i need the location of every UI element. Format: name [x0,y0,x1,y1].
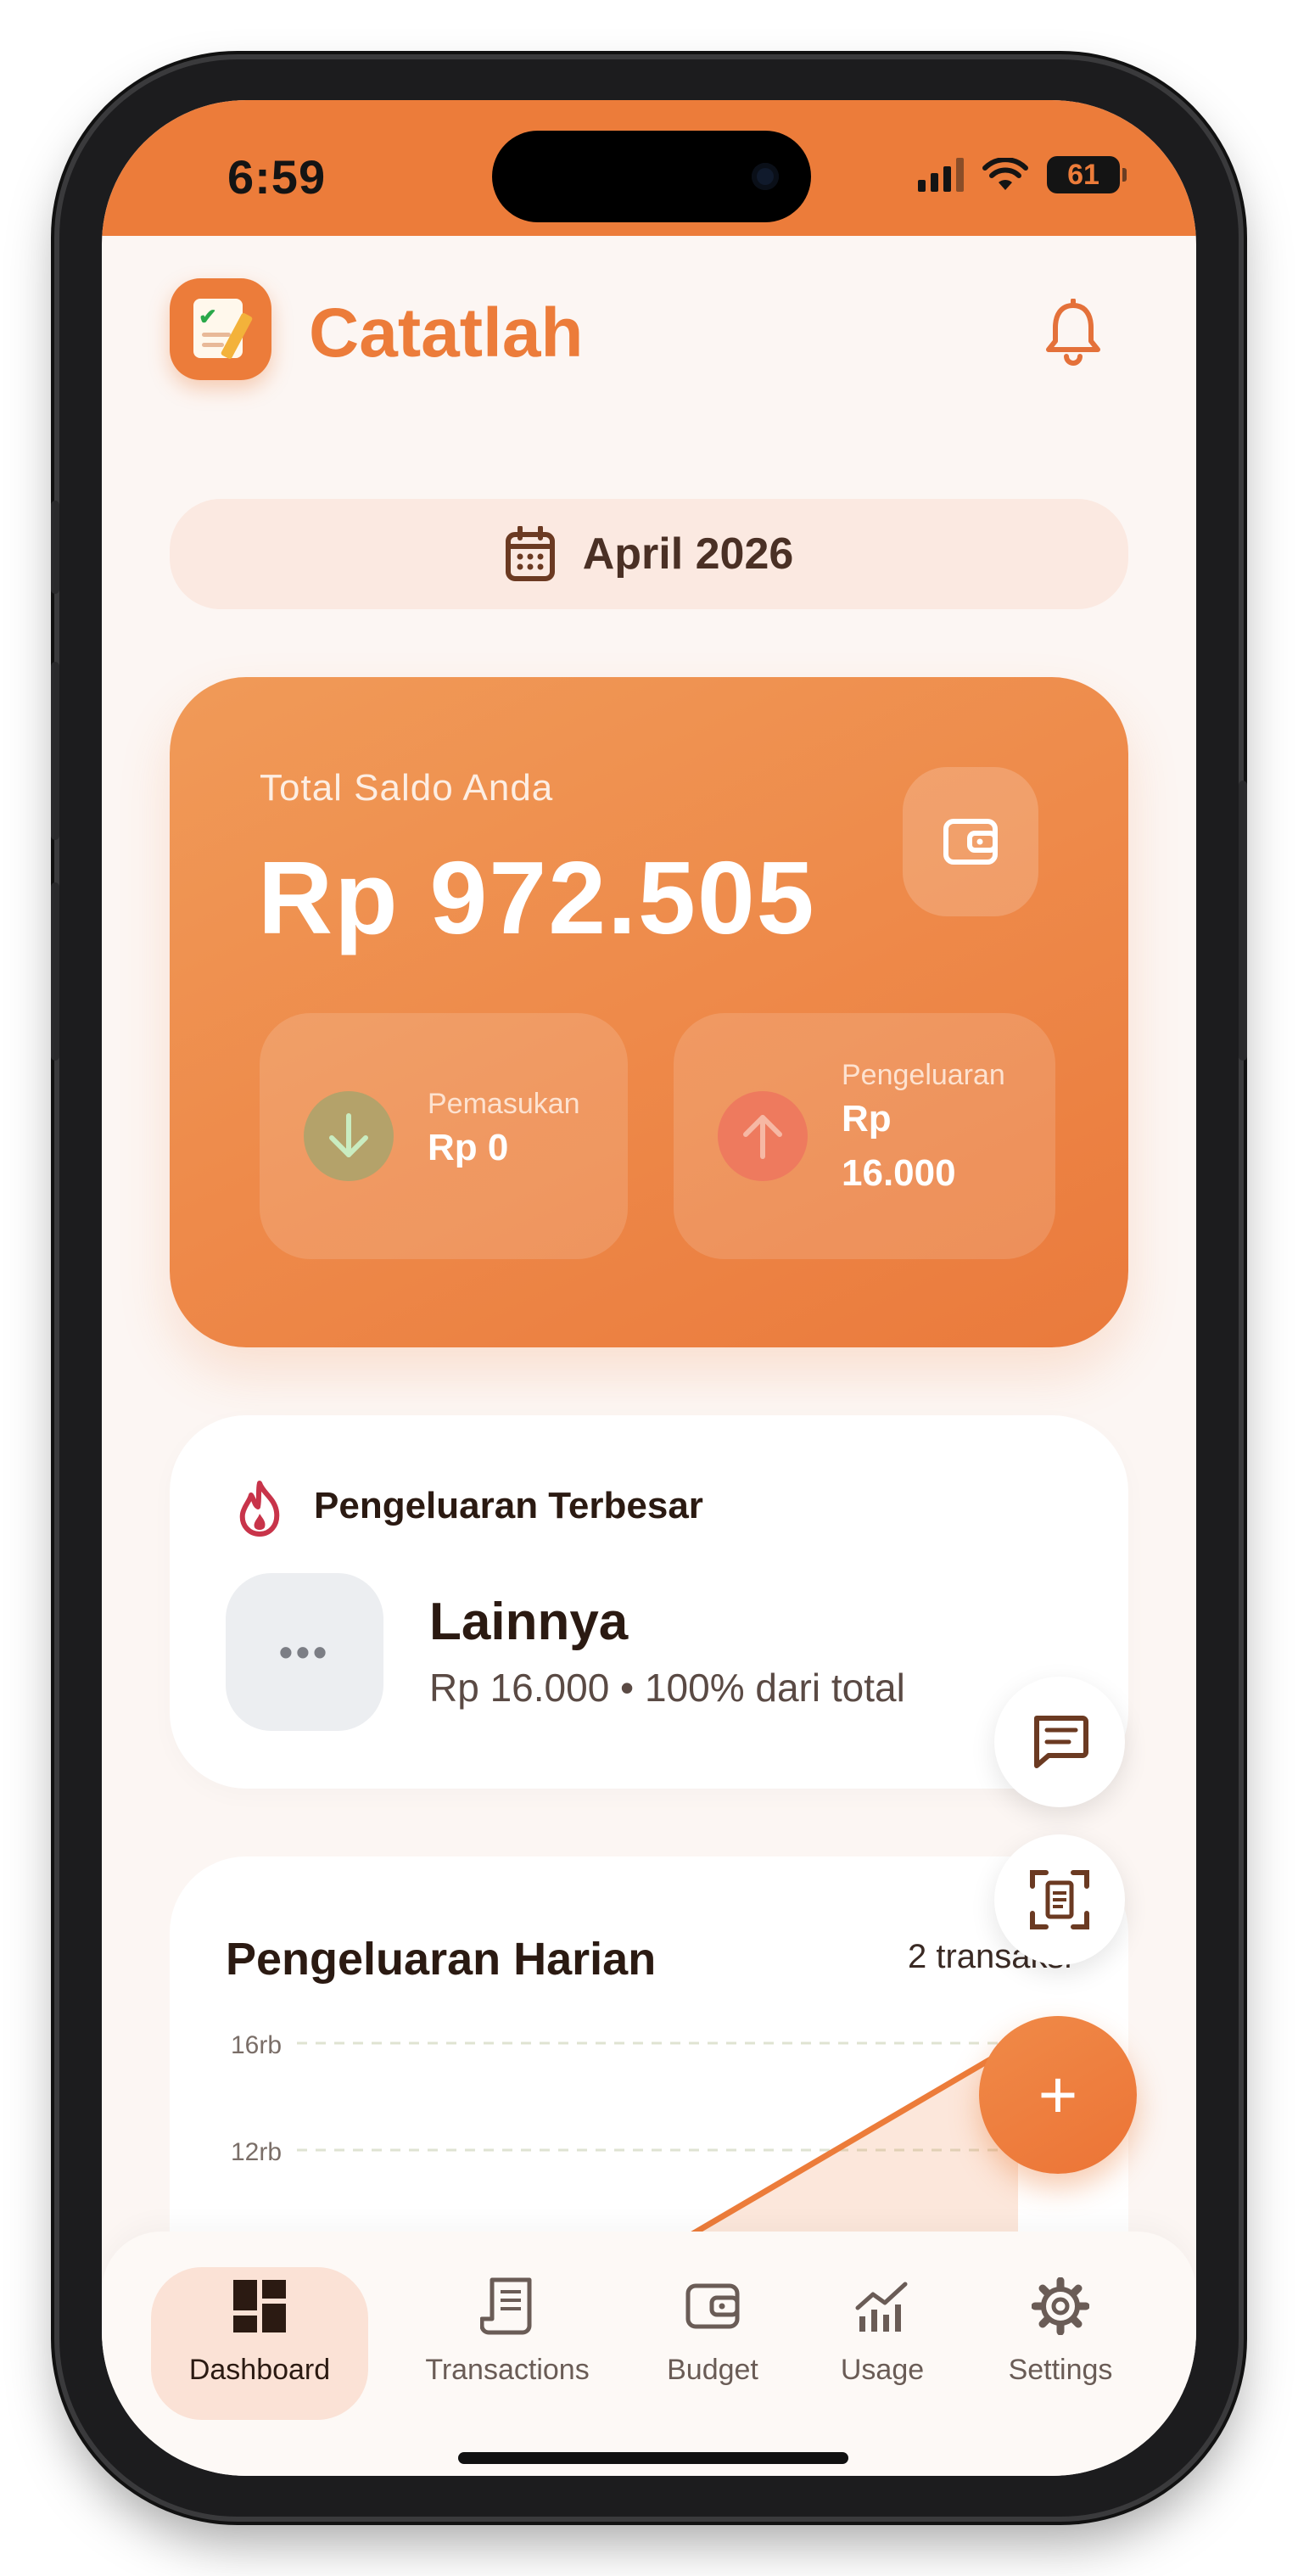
gear-icon [1032,2277,1089,2335]
volume-up-button [51,662,59,840]
notification-bell-icon[interactable] [1043,298,1103,367]
top-expense-title: Pengeluaran Terbesar [314,1485,703,1526]
nav-item-transactions[interactable]: Transactions [406,2267,609,2420]
app-screen: 6:59 61 ✔ Catatlah April 2026 Total Sald… [102,100,1196,2476]
arrow-down-icon [304,1091,394,1181]
more-icon: ••• [226,1573,383,1731]
wallet-icon [685,2283,740,2329]
chat-icon [1034,1716,1088,1768]
volume-down-button [51,882,59,1061]
chat-button[interactable] [994,1677,1125,1807]
nav-label-dashboard: Dashboard [188,2354,331,2386]
nav-label-usage: Usage [840,2354,925,2386]
flame-icon [239,1481,280,1537]
bottom-navigation: Dashboard Transactions Budget Usage Sett… [102,2232,1196,2476]
nav-item-usage[interactable]: Usage [814,2267,950,2420]
calendar-icon [505,526,555,581]
receipt-icon [480,2277,532,2335]
expense-value-amount: 16.000 [842,1152,956,1194]
nav-label-budget: Budget [667,2354,758,2386]
app-name: Catatlah [309,294,584,372]
nav-item-dashboard[interactable]: Dashboard [151,2267,368,2420]
dashboard-icon [233,2280,286,2332]
month-selector[interactable]: April 2026 [170,499,1128,609]
action-button [51,501,59,594]
income-card[interactable]: Pemasukan Rp 0 [260,1013,628,1259]
status-time: 6:59 [227,150,327,204]
power-button [1239,781,1247,1061]
y-tick-label: 16rb [231,2031,282,2059]
expense-label: Pengeluaran [842,1059,1005,1091]
balance-label: Total Saldo Anda [260,767,554,809]
income-label: Pemasukan [428,1088,580,1120]
dynamic-island [492,131,811,222]
home-indicator [458,2452,848,2464]
category-name: Lainnya [429,1593,629,1651]
balance-card: Total Saldo Anda Rp 972.505 Pemasukan Rp… [170,677,1128,1347]
wifi-icon [982,158,1028,190]
status-bar: 6:59 61 [102,100,1196,236]
top-expense-card[interactable]: Pengeluaran Terbesar ••• Lainnya Rp 16.0… [170,1415,1128,1789]
app-header: ✔ Catatlah [170,278,1128,389]
balance-amount: Rp 972.505 [258,840,816,955]
nav-item-settings[interactable]: Settings [976,2267,1145,2420]
battery-indicator: 61 [1047,156,1127,193]
nav-label-transactions: Transactions [425,2354,590,2386]
wallet-icon [943,819,998,865]
nav-label-settings: Settings [1008,2354,1113,2386]
expense-card[interactable]: Pengeluaran Rp 16.000 [674,1013,1055,1259]
app-logo-icon: ✔ [170,278,271,380]
chart-icon [855,2282,908,2332]
status-icons: 61 [918,156,1127,193]
add-transaction-button[interactable]: + [979,2016,1137,2174]
wallet-button[interactable] [903,767,1038,916]
nav-item-budget[interactable]: Budget [636,2267,789,2420]
month-label: April 2026 [582,529,794,579]
category-detail: Rp 16.000 • 100% dari total [429,1666,905,1710]
scan-icon [1030,1870,1089,1929]
income-value: Rp 0 [428,1127,509,1168]
cellular-signal-icon [918,158,964,192]
y-tick-label: 12rb [231,2138,282,2166]
expense-value-currency: Rp [842,1098,892,1140]
scan-receipt-button[interactable] [994,1834,1125,1965]
arrow-up-icon [718,1091,808,1181]
